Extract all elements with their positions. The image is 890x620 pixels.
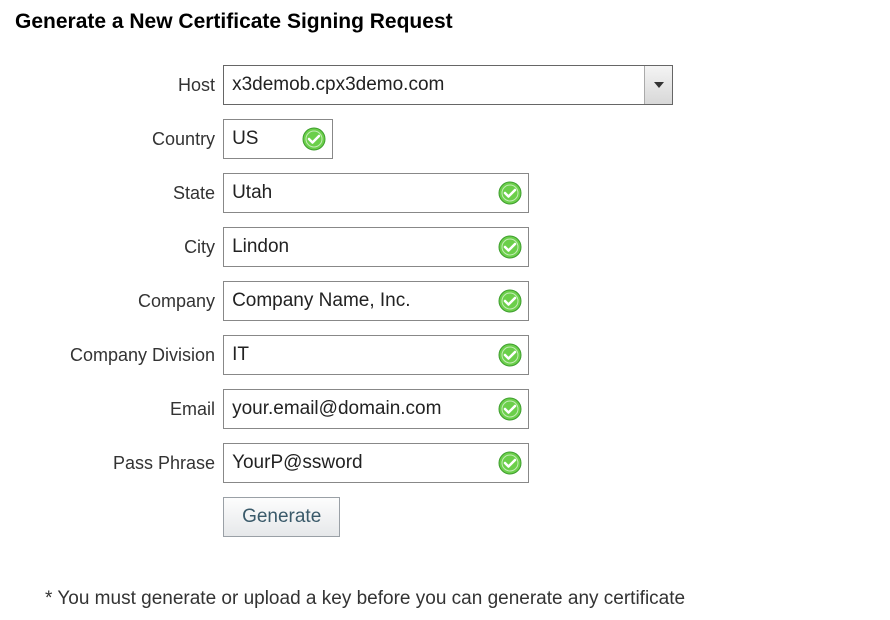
company-division-value: IT xyxy=(232,344,492,366)
check-icon xyxy=(498,451,522,475)
city-input[interactable]: Lindon xyxy=(223,227,529,267)
generate-button[interactable]: Generate xyxy=(223,497,340,537)
check-icon xyxy=(302,127,326,151)
host-select[interactable]: x3demob.cpx3demo.com xyxy=(223,65,673,105)
state-label: State xyxy=(70,170,223,216)
check-icon xyxy=(498,289,522,313)
email-value: your.email@domain.com xyxy=(232,398,492,420)
host-label: Host xyxy=(70,62,223,108)
check-icon xyxy=(498,181,522,205)
csr-form: Host x3demob.cpx3demo.com Country US Sta… xyxy=(70,54,673,548)
company-value: Company Name, Inc. xyxy=(232,290,492,312)
footnote: * You must generate or upload a key befo… xyxy=(10,588,880,610)
passphrase-input[interactable]: YourP@ssword xyxy=(223,443,529,483)
host-value: x3demob.cpx3demo.com xyxy=(232,74,644,96)
state-input[interactable]: Utah xyxy=(223,173,529,213)
city-label: City xyxy=(70,224,223,270)
country-label: Country xyxy=(70,116,223,162)
chevron-down-icon xyxy=(644,66,672,104)
passphrase-value: YourP@ssword xyxy=(232,452,492,474)
email-label: Email xyxy=(70,386,223,432)
check-icon xyxy=(498,343,522,367)
city-value: Lindon xyxy=(232,236,492,258)
company-input[interactable]: Company Name, Inc. xyxy=(223,281,529,321)
company-label: Company xyxy=(70,278,223,324)
company-division-label: Company Division xyxy=(70,332,223,378)
country-value: US xyxy=(232,128,296,150)
check-icon xyxy=(498,397,522,421)
check-icon xyxy=(498,235,522,259)
email-input[interactable]: your.email@domain.com xyxy=(223,389,529,429)
company-division-input[interactable]: IT xyxy=(223,335,529,375)
passphrase-label: Pass Phrase xyxy=(70,440,223,486)
page-title: Generate a New Certificate Signing Reque… xyxy=(10,10,880,34)
state-value: Utah xyxy=(232,182,492,204)
country-input[interactable]: US xyxy=(223,119,333,159)
